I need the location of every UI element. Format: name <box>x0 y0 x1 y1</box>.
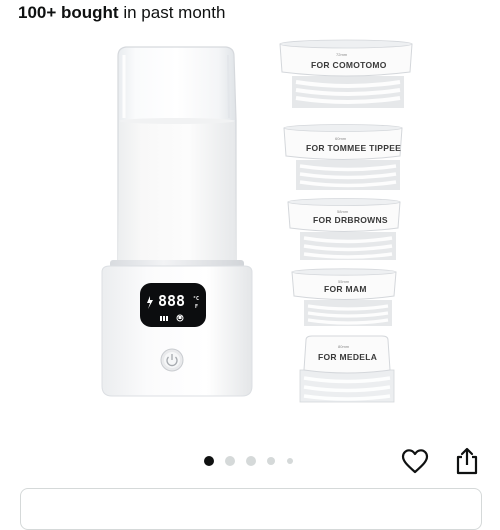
adapter-size: 60mm <box>335 136 347 141</box>
purchase-count-suffix: in past month <box>123 3 226 22</box>
adapter-label: FOR TOMMEE TIPPEE <box>306 143 401 153</box>
adapter-size: 72mm <box>336 52 348 57</box>
favorite-button[interactable] <box>398 444 432 478</box>
purchase-count-number: 100+ bought <box>18 3 119 22</box>
adapter-label: FOR MEDELA <box>318 352 377 362</box>
share-icon <box>456 447 478 475</box>
adapter-label: FOR MAM <box>324 284 367 294</box>
adapter-size: 58mm <box>337 209 349 214</box>
product-image[interactable]: 888 °C F 72mm FOR COMOTOMO 60mm FOR TOMM… <box>0 30 500 440</box>
display-unit-c: °C <box>193 296 199 302</box>
display-unit-f: F <box>195 304 198 310</box>
carousel-dot[interactable] <box>225 456 235 466</box>
carousel-dot[interactable] <box>267 457 275 465</box>
adapter-tommee-tippee: 60mm FOR TOMMEE TIPPEE <box>283 124 403 190</box>
power-button <box>160 348 184 372</box>
heart-outline-icon <box>401 449 429 474</box>
bottle-mode-icon <box>160 316 168 321</box>
adapter-label: FOR DRBROWNS <box>313 215 388 225</box>
purchase-count: 100+ bought in past month <box>18 2 225 24</box>
adapter-label: FOR COMOTOMO <box>311 60 387 70</box>
adapter-mam: 55mm FOR MAM <box>291 268 397 326</box>
carousel-dot[interactable] <box>287 458 293 464</box>
next-section-card <box>20 488 482 530</box>
bottle-warmer: 888 °C F <box>101 46 253 397</box>
product-image-illustration: 888 °C F 72mm FOR COMOTOMO 60mm FOR TOMM… <box>101 39 413 403</box>
carousel-dot[interactable] <box>246 456 256 466</box>
carousel-dot[interactable] <box>204 456 214 466</box>
adapter-size: 80mm <box>338 344 350 349</box>
temperature-display: 888 °C F <box>140 283 206 327</box>
adapter-comotomo: 72mm FOR COMOTOMO <box>279 39 413 108</box>
display-digits: 888 <box>158 292 185 310</box>
adapter-medela: 80mm FOR MEDELA <box>299 335 395 403</box>
share-button[interactable] <box>450 444 484 478</box>
adapter-drbrowns: 58mm FOR DRBROWNS <box>287 198 401 260</box>
